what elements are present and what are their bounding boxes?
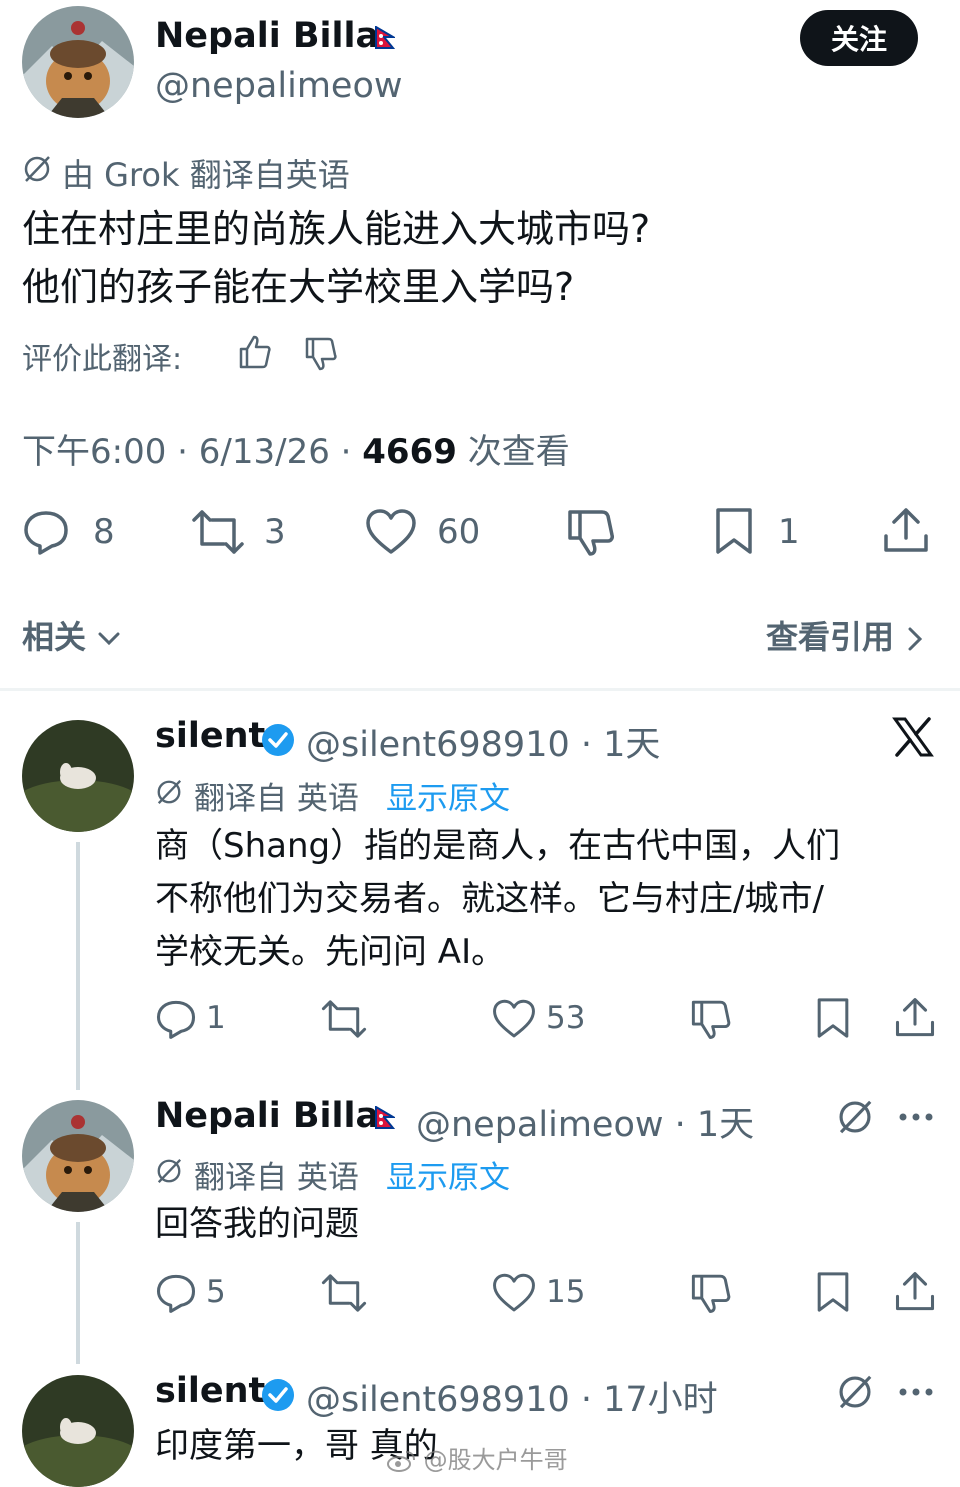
reply-text: 商（Shang）指的是商人，在古代中国，人们 不称他们为交易者。就这样。它与村庄…: [155, 820, 840, 979]
chevron-right-icon: [905, 626, 925, 652]
reply-count: 5: [206, 1274, 226, 1310]
reply-icon[interactable]: [155, 998, 197, 1040]
view-quotes-label: 查看引用: [766, 618, 895, 656]
tweet-text: 住在村庄里的尚族人能进入大城市吗? 他们的孩子能在大学校里入学吗?: [22, 200, 650, 316]
watermark-text: @股大户牛哥: [423, 1446, 568, 1474]
retweet-icon[interactable]: [320, 1272, 368, 1314]
reply-author-handle[interactable]: @silent698910 · 1天: [306, 716, 660, 767]
reply-text: 回答我的问题: [155, 1204, 359, 1244]
reply-author-name[interactable]: silent: [155, 1371, 265, 1411]
show-original-link[interactable]: 显示原文: [386, 1152, 510, 1197]
thumbs-up-icon[interactable]: [238, 334, 272, 370]
reply-author-name[interactable]: silent: [155, 716, 265, 756]
view-count: 4669: [362, 432, 457, 472]
share-icon[interactable]: [894, 1270, 936, 1314]
translation-note: 由 Grok 翻译自英语: [62, 156, 350, 194]
reply-icon[interactable]: [22, 508, 70, 556]
reply-author-handle[interactable]: @nepalimeow · 1天: [416, 1096, 754, 1147]
grok-icon[interactable]: [836, 1373, 874, 1411]
share-icon[interactable]: [882, 506, 930, 556]
x-logo-icon: [892, 716, 934, 758]
avatar-silent[interactable]: [22, 1375, 134, 1487]
bookmark-icon[interactable]: [814, 996, 852, 1040]
like-count: 53: [546, 1000, 586, 1036]
weibo-logo-icon: [386, 1449, 416, 1473]
avatar-silent[interactable]: [22, 720, 134, 832]
tweet-text-line: 住在村庄里的尚族人能进入大城市吗?: [22, 207, 651, 251]
verified-icon: [260, 1377, 296, 1413]
retweet-count: 3: [264, 512, 286, 552]
retweet-icon[interactable]: [190, 508, 246, 556]
grok-icon[interactable]: [836, 1098, 874, 1136]
nepal-flag-icon: [375, 1106, 395, 1130]
rate-translation-label: 评价此翻译:: [22, 342, 183, 377]
author-handle[interactable]: @nepalimeow: [155, 66, 403, 106]
avatar-nepali-billa[interactable]: [22, 1100, 134, 1212]
show-original-link[interactable]: 显示原文: [386, 773, 510, 818]
view-count-label: 次查看: [456, 432, 570, 472]
tweet-meta: 下午6:00 · 6/13/26 · 4669 次查看: [22, 424, 570, 473]
avatar-nepali-billa[interactable]: [22, 6, 134, 118]
grok-icon: [155, 778, 183, 806]
bookmark-count: 1: [778, 512, 800, 552]
dislike-icon[interactable]: [566, 508, 616, 556]
reply-count: 1: [206, 1000, 226, 1036]
grok-icon: [155, 1157, 183, 1185]
thumbs-down-icon[interactable]: [304, 336, 338, 372]
reply-icon[interactable]: [155, 1272, 197, 1314]
dislike-icon[interactable]: [690, 1272, 732, 1314]
thread-line: [76, 1222, 80, 1364]
reply-count: 8: [93, 512, 115, 552]
like-icon[interactable]: [492, 998, 536, 1040]
bookmark-icon[interactable]: [712, 506, 756, 556]
more-icon[interactable]: [898, 1112, 934, 1122]
share-icon[interactable]: [894, 996, 936, 1040]
like-count: 60: [437, 512, 481, 552]
like-icon[interactable]: [365, 508, 417, 556]
follow-button[interactable]: 关注: [800, 10, 918, 66]
reply-text-line: 学校无关。先问问 AI。: [155, 932, 506, 972]
thread-line: [76, 842, 80, 1090]
reply-translation-note: 翻译自 英语: [194, 1160, 359, 1196]
bookmark-icon[interactable]: [814, 1270, 852, 1314]
dislike-icon[interactable]: [690, 998, 732, 1040]
related-toggle[interactable]: 相关: [22, 612, 121, 658]
reply-text-line: 不称他们为交易者。就这样。它与村庄/城市/: [155, 879, 824, 919]
like-icon[interactable]: [492, 1272, 536, 1314]
like-count: 15: [546, 1274, 586, 1310]
view-quotes-link[interactable]: 查看引用: [766, 612, 925, 658]
author-name[interactable]: Nepali Billa: [155, 16, 379, 56]
watermark: @股大户牛哥: [386, 1440, 568, 1475]
nepal-flag-icon: [375, 26, 395, 50]
verified-icon: [260, 722, 296, 758]
grok-icon: [22, 154, 52, 184]
chevron-down-icon: [97, 630, 121, 648]
related-label: 相关: [22, 618, 87, 656]
tweet-text-line: 他们的孩子能在大学校里入学吗?: [22, 265, 575, 309]
section-divider: [0, 688, 960, 691]
reply-translation-note: 翻译自 英语: [194, 781, 359, 817]
tweet-timestamp[interactable]: 下午6:00 · 6/13/26 ·: [22, 432, 362, 472]
reply-author-name[interactable]: Nepali Billa: [155, 1096, 379, 1136]
retweet-icon[interactable]: [320, 998, 368, 1040]
more-icon[interactable]: [898, 1387, 934, 1397]
reply-text-line: 商（Shang）指的是商人，在古代中国，人们: [155, 826, 841, 866]
reply-author-handle[interactable]: @silent698910 · 17小时: [306, 1371, 718, 1422]
